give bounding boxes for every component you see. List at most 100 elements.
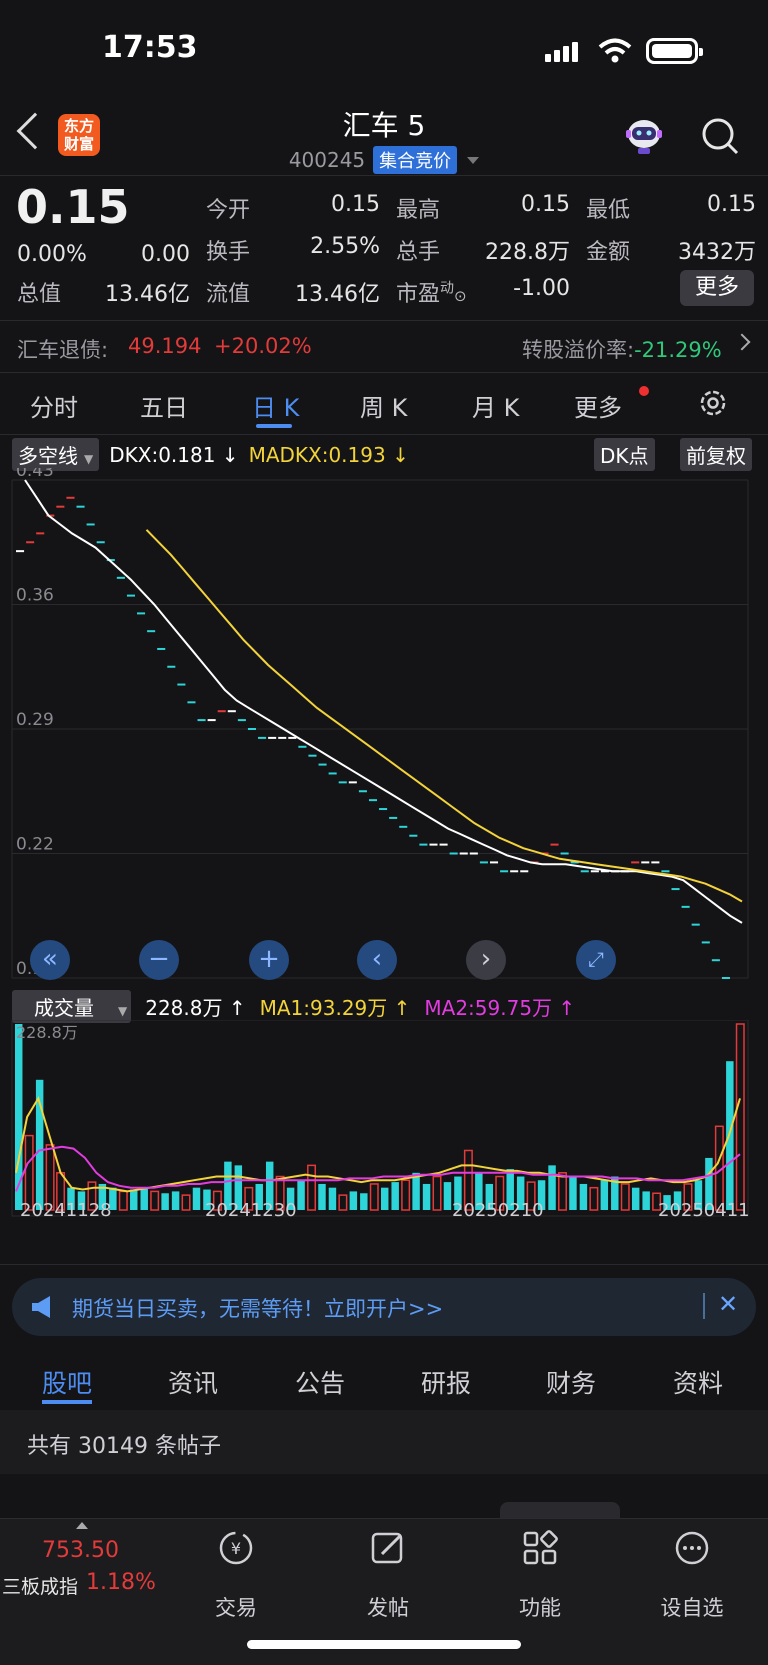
volume-ma2: MA2:59.75万 ↑: [424, 996, 576, 1020]
robot-assistant-icon[interactable]: [622, 112, 666, 156]
volume-bar: [192, 1187, 201, 1210]
volume-bar: [118, 1190, 128, 1211]
tab-five-day[interactable]: 五日: [140, 388, 188, 423]
float-cap-value: 13.46亿: [295, 282, 380, 307]
fullscreen-button[interactable]: ⤢: [576, 940, 616, 980]
turnover-label: 换手: [206, 240, 251, 265]
volume-bar: [558, 1172, 567, 1211]
volume-bar: [318, 1183, 326, 1210]
bond-price: 49.194: [128, 334, 202, 358]
volume-bar: [130, 1189, 138, 1210]
y-tick-label: 0.22: [16, 835, 54, 855]
tab-news[interactable]: 资讯: [168, 1364, 218, 1400]
volume-bar: [412, 1172, 420, 1210]
volume-bar: [15, 1024, 23, 1210]
volume-bar: [589, 1186, 599, 1211]
tab-finance[interactable]: 财务: [546, 1364, 596, 1400]
stock-code: 400245: [288, 148, 366, 172]
tab-intraday[interactable]: 分时: [30, 388, 78, 423]
sheet-handle: [500, 1502, 620, 1518]
amount-value: 3432万: [678, 240, 756, 265]
cellular-signal-icon: [545, 42, 578, 62]
tab-research[interactable]: 研报: [421, 1364, 471, 1400]
volume-bar: [360, 1193, 368, 1210]
nav-trade[interactable]: 交易: [181, 1592, 291, 1622]
search-icon[interactable]: [700, 116, 740, 156]
tab-guba[interactable]: 股吧: [42, 1364, 92, 1400]
caret-up-icon: [76, 1522, 88, 1529]
tab-monthly-k[interactable]: 月 K: [472, 388, 519, 423]
index-value[interactable]: 753.50: [42, 1538, 119, 1563]
open-value: 0.15: [331, 192, 380, 217]
megaphone-icon: [32, 1296, 50, 1318]
promo-separator: [703, 1293, 705, 1319]
volume-bar: [631, 1187, 640, 1210]
dk-point-button[interactable]: DK点: [594, 438, 655, 471]
auction-badge: 集合竞价: [373, 146, 458, 174]
trade-icon[interactable]: ¥: [216, 1528, 256, 1568]
edit-post-icon[interactable]: [368, 1528, 408, 1568]
promo-text[interactable]: 期货当日买卖，无需等待！立即开户>>: [72, 1293, 443, 1323]
y-tick-label: 0.29: [16, 710, 54, 730]
volume-bar: [548, 1165, 556, 1210]
dkx-line: [24, 479, 743, 924]
prev-button[interactable]: ‹: [357, 940, 397, 980]
y-tick-label: 0.43: [16, 468, 54, 481]
madkx-value: MADKX:0.193 ↓: [248, 442, 409, 467]
volume-chart[interactable]: 228.8万 20241128 20241230 20250210 20250411: [0, 1020, 768, 1220]
volume-bar: [24, 1134, 34, 1211]
more-dots-icon[interactable]: [672, 1528, 712, 1568]
tab-weekly-k[interactable]: 周 K: [360, 388, 407, 423]
volume-bar: [579, 1183, 588, 1210]
volume-ma1: MA1:93.29万 ↑: [259, 996, 411, 1020]
period-tabs: 分时 五日 日 K 周 K 月 K 更多: [0, 372, 768, 432]
x-tick-label: 20241230: [205, 1200, 297, 1220]
volume-bar: [328, 1187, 337, 1210]
volume-bar: [369, 1183, 379, 1211]
pe-value: -1.00: [513, 276, 570, 301]
nav-post[interactable]: 发帖: [333, 1592, 443, 1622]
kline-chart[interactable]: 0.430.360.290.220.15: [0, 468, 768, 988]
pe-label: 市盈动⊙: [396, 280, 467, 307]
premium-row[interactable]: 转股溢价率:-21.29%: [522, 334, 722, 364]
nav-functions[interactable]: 功能: [485, 1592, 595, 1622]
x-tick-label: 20241128: [20, 1200, 112, 1220]
more-button[interactable]: 更多: [680, 270, 754, 306]
chevron-right-icon[interactable]: [733, 333, 751, 351]
next-button[interactable]: ›: [466, 940, 506, 980]
volume-bar: [735, 1023, 745, 1211]
nav-add-watchlist[interactable]: 设自选: [637, 1592, 747, 1622]
indicator-select[interactable]: 多空线 ▼: [12, 438, 100, 471]
home-indicator: [247, 1640, 521, 1649]
index-change[interactable]: 1.18%: [86, 1570, 156, 1595]
volume-bar: [642, 1191, 650, 1210]
low-label: 最低: [586, 198, 631, 223]
volume-bar: [381, 1187, 389, 1210]
volume-bar: [443, 1182, 452, 1210]
madkx-line: [145, 529, 743, 903]
tab-profile[interactable]: 资料: [673, 1364, 723, 1400]
float-cap-label: 流值: [206, 282, 251, 307]
close-icon[interactable]: ✕: [718, 1290, 738, 1318]
volume-bar: [161, 1193, 169, 1210]
tab-more[interactable]: 更多: [574, 388, 622, 423]
tab-daily-k[interactable]: 日 K: [252, 388, 299, 423]
gear-icon[interactable]: [696, 386, 730, 420]
volume-bar: [297, 1180, 305, 1210]
content-tabs: 股吧 资讯 公告 研报 财务 资料: [0, 1342, 768, 1408]
volume-bar: [140, 1187, 148, 1210]
volume-bar: [307, 1164, 317, 1211]
volume-current: 228.8万 ↑: [145, 996, 246, 1020]
high-value: 0.15: [521, 192, 570, 217]
zoom-out-button[interactable]: −: [139, 940, 179, 980]
index-name[interactable]: 三板成指: [2, 1572, 78, 1599]
volume-select[interactable]: 成交量 ▼: [12, 990, 132, 1023]
adjust-button[interactable]: 前复权: [680, 438, 752, 471]
apps-grid-icon[interactable]: [520, 1528, 560, 1568]
scroll-left-button[interactable]: «: [30, 940, 70, 980]
volume-bar: [391, 1182, 399, 1210]
market-cap-value: 13.46亿: [105, 282, 190, 307]
svg-text:¥: ¥: [231, 1539, 241, 1558]
zoom-in-button[interactable]: +: [249, 940, 289, 980]
tab-announcements[interactable]: 公告: [295, 1364, 345, 1400]
